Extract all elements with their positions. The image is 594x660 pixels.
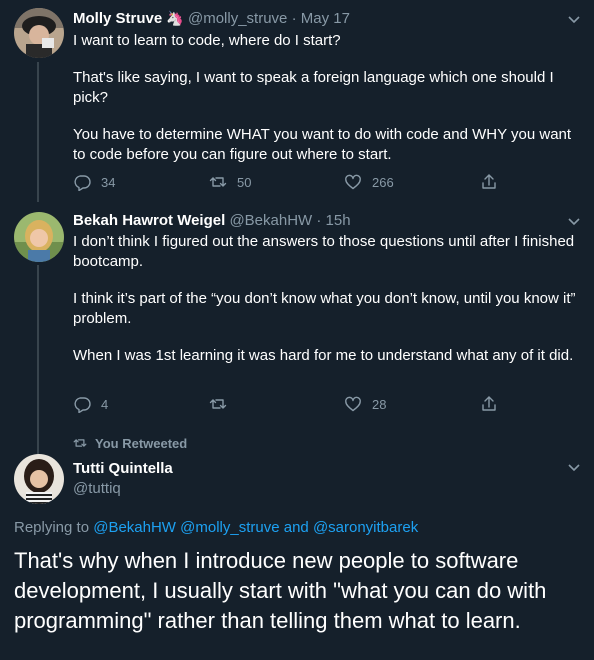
share-button[interactable] — [480, 172, 508, 192]
retweet-button[interactable] — [209, 394, 237, 414]
tweet-date[interactable]: May 17 — [301, 10, 350, 27]
retweeted-label[interactable]: You Retweeted — [95, 436, 187, 451]
reply-icon — [74, 397, 91, 413]
reply-count: 4 — [101, 396, 109, 412]
like-button[interactable]: 28 — [344, 394, 386, 414]
tweet-paragraph: That's like saying, I want to speak a fo… — [73, 69, 554, 106]
tweet-paragraph: I think it’s part of the “you don’t know… — [73, 290, 576, 327]
tweet-text: I want to learn to code, where do I star… — [73, 31, 583, 165]
chevron-down-icon[interactable] — [567, 460, 581, 474]
retweet-icon — [209, 399, 227, 409]
retweet-count: 50 — [237, 174, 252, 190]
author-handle[interactable]: @molly_struve — [188, 10, 287, 27]
heart-icon — [345, 174, 361, 190]
mention-and[interactable]: and — [284, 519, 309, 536]
chevron-down-icon[interactable] — [567, 214, 581, 228]
tweet-molly-struve[interactable]: Molly Struve 🦄 @molly_struve · May 17 I … — [0, 0, 594, 200]
reply-button[interactable]: 4 — [73, 394, 108, 414]
chevron-down-icon[interactable] — [567, 12, 581, 26]
tweet-text: I don’t think I figured out the answers … — [73, 232, 583, 366]
author-name[interactable]: Molly Struve — [73, 10, 162, 27]
share-icon — [482, 396, 496, 411]
mention-link[interactable]: @molly_struve — [180, 519, 279, 536]
author-handle[interactable]: @BekahHW — [229, 212, 312, 229]
tweet-actions: 4 28 — [73, 394, 513, 414]
tweet-paragraph: When I was 1st learning it was hard for … — [73, 347, 574, 364]
retweet-icon — [73, 439, 87, 447]
separator-dot: · — [316, 212, 322, 229]
author-name[interactable]: Bekah Hawrot Weigel — [73, 212, 225, 229]
mention-link[interactable]: @saronyitbarek — [313, 519, 418, 536]
main-tweet-text: That's why when I introduce new people t… — [14, 548, 547, 633]
share-icon — [482, 174, 496, 189]
like-button[interactable]: 266 — [344, 172, 394, 192]
avatar[interactable] — [14, 454, 64, 504]
unicorn-icon: 🦄 — [166, 10, 184, 26]
author-name[interactable]: Tutti Quintella — [73, 459, 173, 479]
mention-link[interactable]: @BekahHW — [93, 519, 176, 536]
retweet-button[interactable]: 50 — [209, 172, 251, 192]
tweet-actions: 34 50 266 — [73, 172, 513, 192]
replying-to: Replying to @BekahHW @molly_struve and @… — [14, 518, 418, 538]
avatar[interactable] — [14, 8, 64, 58]
tweet-header: Molly Struve 🦄 @molly_struve · May 17 — [73, 8, 350, 29]
tweet-header: Tutti Quintella @tuttiq — [73, 459, 173, 499]
reply-button[interactable]: 34 — [73, 172, 115, 192]
tweet-paragraph: You have to determine WHAT you want to d… — [73, 126, 572, 163]
like-count: 28 — [372, 396, 387, 412]
share-button[interactable] — [480, 394, 508, 414]
tweet-paragraph: I want to learn to code, where do I star… — [73, 32, 341, 49]
like-count: 266 — [372, 174, 394, 190]
author-handle[interactable]: @tuttiq — [73, 479, 173, 499]
avatar[interactable] — [14, 212, 64, 262]
heart-icon — [345, 396, 361, 412]
tweet-date[interactable]: 15h — [326, 212, 351, 229]
reply-icon — [74, 175, 91, 191]
replying-prefix: Replying to — [14, 519, 90, 536]
tweet-paragraph: I don’t think I figured out the answers … — [73, 233, 575, 270]
tweet-header: Bekah Hawrot Weigel @BekahHW · 15h — [73, 211, 351, 231]
separator-dot: · — [291, 10, 297, 27]
reply-count: 34 — [101, 174, 116, 190]
tweet-bekah[interactable]: Bekah Hawrot Weigel @BekahHW · 15h I don… — [0, 200, 594, 422]
retweet-icon — [209, 177, 227, 187]
